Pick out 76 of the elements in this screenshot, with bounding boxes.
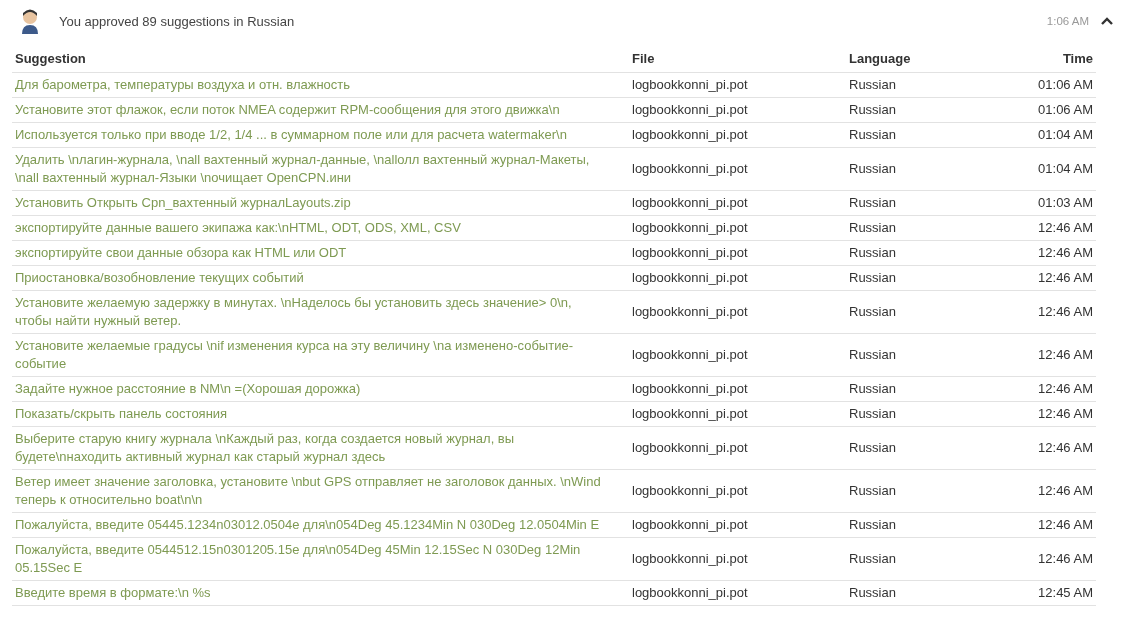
suggestion-link[interactable]: Показать/скрыть панель состояния xyxy=(15,405,609,423)
avatar-icon xyxy=(19,8,41,34)
column-header: Language xyxy=(846,46,1026,73)
suggestion-link[interactable]: Пожалуйста, введите 05445.1234n03012.0504e для\n054Deg 45.1234Min N 030Deg 12.0504Min E xyxy=(15,516,609,534)
language-cell: Russian xyxy=(846,97,1026,123)
suggestion-link[interactable]: экспортируйте данные вашего экипажа как:\nHTML, ODT, ODS, XML, CSV xyxy=(15,219,609,237)
language-cell: Russian xyxy=(846,215,1026,241)
language-cell: Russian xyxy=(846,512,1026,538)
file-cell: logbookkonni_pi.pot xyxy=(629,512,846,538)
suggestion-link[interactable]: Введите время в формате:\n %s xyxy=(15,584,609,602)
file-cell: logbookkonni_pi.pot xyxy=(629,333,846,377)
suggestion-link[interactable]: Установите желаемые градусы \nif изменения курса на эту величину \na изменено-событие-событие xyxy=(15,337,609,373)
language-cell: Russian xyxy=(846,580,1026,606)
language-cell: Russian xyxy=(846,190,1026,216)
column-header: Time xyxy=(1026,46,1096,73)
file-cell: logbookkonni_pi.pot xyxy=(629,72,846,98)
suggestion-link[interactable]: Удалить \nлагин-журнала, \nall вахтенный журнал-данные, \nallолл вахтенный журнал-Макеты, \nall вахтенный журнал-Языки \nочищает OpenCPN.ини xyxy=(15,151,609,187)
file-cell: logbookkonni_pi.pot xyxy=(629,290,846,334)
suggestion-link[interactable]: Установите желаемую задержку в минутах. \nНаделось бы установить здесь значение> 0\n, чтобы найти нужный ветер. xyxy=(15,294,609,330)
suggestion-link[interactable]: Установить Открыть Cpn_вахтенный журналLayouts.zip xyxy=(15,194,609,212)
time-cell: 01:04 AM xyxy=(1026,147,1096,191)
time-cell: 01:06 AM xyxy=(1026,72,1096,98)
suggestion-link[interactable]: экспортируйте свои данные обзора как HTML или ODT xyxy=(15,244,609,262)
time-cell: 12:46 AM xyxy=(1026,469,1096,513)
time-cell: 01:04 AM xyxy=(1026,122,1096,148)
language-cell: Russian xyxy=(846,290,1026,334)
language-cell: Russian xyxy=(846,122,1026,148)
time-cell: 12:46 AM xyxy=(1026,537,1096,581)
file-cell: logbookkonni_pi.pot xyxy=(629,122,846,148)
file-cell: logbookkonni_pi.pot xyxy=(629,97,846,123)
language-cell: Russian xyxy=(846,147,1026,191)
time-cell: 12:46 AM xyxy=(1026,290,1096,334)
time-cell: 01:06 AM xyxy=(1026,97,1096,123)
file-cell: logbookkonni_pi.pot xyxy=(629,265,846,291)
column-header: Suggestion xyxy=(12,46,629,73)
file-cell: logbookkonni_pi.pot xyxy=(629,580,846,606)
suggestion-link[interactable]: Для барометра, температуры воздуха и отн. влажность xyxy=(15,76,609,94)
language-cell: Russian xyxy=(846,72,1026,98)
language-cell: Russian xyxy=(846,240,1026,266)
language-cell: Russian xyxy=(846,426,1026,470)
file-cell: logbookkonni_pi.pot xyxy=(629,190,846,216)
column-header: File xyxy=(629,46,846,73)
suggestion-link[interactable]: Выберите старую книгу журнала \nКаждый раз, когда создается новый журнал, вы будете\nнаходить активный журнал как старый журнал здесь xyxy=(15,430,609,466)
suggestion-link[interactable]: Приостановка/возобновление текущих событий xyxy=(15,269,609,287)
time-cell: 12:46 AM xyxy=(1026,376,1096,402)
time-cell: 12:45 AM xyxy=(1026,580,1096,606)
file-cell: logbookkonni_pi.pot xyxy=(629,147,846,191)
collapse-button[interactable] xyxy=(1099,15,1115,27)
time-cell: 12:46 AM xyxy=(1026,512,1096,538)
language-cell: Russian xyxy=(846,265,1026,291)
language-cell: Russian xyxy=(846,333,1026,377)
time-cell: 12:46 AM xyxy=(1026,401,1096,427)
time-cell: 12:46 AM xyxy=(1026,240,1096,266)
activity-message: You approved 89 suggestions in Russian xyxy=(59,13,295,29)
file-cell: logbookkonni_pi.pot xyxy=(629,469,846,513)
time-cell: 12:46 AM xyxy=(1026,426,1096,470)
file-cell: logbookkonni_pi.pot xyxy=(629,376,846,402)
time-cell: 12:46 AM xyxy=(1026,333,1096,377)
time-cell: 12:46 AM xyxy=(1026,265,1096,291)
suggestion-link[interactable]: Установите этот флажок, если поток NMEA содержит RPM-сообщения для этого движка\n xyxy=(15,101,609,119)
file-cell: logbookkonni_pi.pot xyxy=(629,537,846,581)
language-cell: Russian xyxy=(846,376,1026,402)
time-cell: 01:03 AM xyxy=(1026,190,1096,216)
activity-time: 1:06 AM xyxy=(1046,15,1089,27)
file-cell: logbookkonni_pi.pot xyxy=(629,401,846,427)
suggestion-link[interactable]: Задайте нужное расстояние в NM\n =(Хорошая дорожка) xyxy=(15,380,609,398)
file-cell: logbookkonni_pi.pot xyxy=(629,215,846,241)
language-cell: Russian xyxy=(846,401,1026,427)
suggestion-link[interactable]: Ветер имеет значение заголовка, установите \nbut GPS отправляет не заголовок данных. \nWind теперь к относительно boat\n\n xyxy=(15,473,609,509)
file-cell: logbookkonni_pi.pot xyxy=(629,426,846,470)
file-cell: logbookkonni_pi.pot xyxy=(629,240,846,266)
suggestion-link[interactable]: Пожалуйста, введите 0544512.15n0301205.15e для\n054Deg 45Min 12.15Sec N 030Deg 12Min 05.15Sec E xyxy=(15,541,609,577)
suggestion-link[interactable]: Используется только при вводе 1/2, 1/4 ... в суммарном поле или для расчета watermaker\n xyxy=(15,126,609,144)
language-cell: Russian xyxy=(846,537,1026,581)
time-cell: 12:46 AM xyxy=(1026,215,1096,241)
language-cell: Russian xyxy=(846,469,1026,513)
